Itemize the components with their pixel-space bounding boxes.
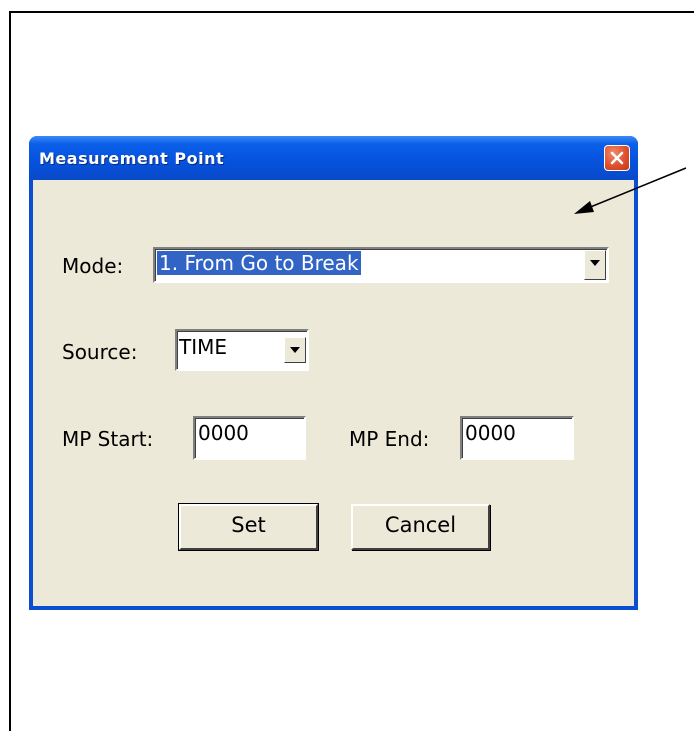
mp-end-value: 0000 [465,421,516,445]
source-dropdown[interactable]: TIME [175,329,309,371]
mode-dropdown[interactable]: 1. From Go to Break [153,247,609,283]
source-dropdown-button[interactable] [284,337,306,363]
close-button[interactable] [604,145,630,171]
set-button[interactable]: Set [178,503,319,551]
mode-selected-value: 1. From Go to Break [157,251,361,275]
mode-dropdown-button[interactable] [584,250,606,280]
mp-end-field[interactable]: 0000 [460,416,574,460]
chevron-down-icon [590,260,600,266]
source-selected-value: TIME [179,335,228,359]
cancel-button[interactable]: Cancel [351,504,490,550]
mp-start-field[interactable]: 0000 [193,416,306,460]
close-icon [610,151,624,165]
mp-start-label: MP Start: [62,427,154,451]
dialog-titlebar[interactable]: Measurement Point [29,136,638,180]
dialog-title: Measurement Point [39,149,225,168]
mp-start-value: 0000 [198,421,249,445]
source-label: Source: [62,340,138,364]
chevron-down-icon [290,347,300,353]
dialog-client-area: Mode: 1. From Go to Break Source: TIME M… [33,180,634,606]
mp-end-label: MP End: [349,427,430,451]
mode-label: Mode: [62,254,124,278]
measurement-point-dialog: Measurement Point Mode: 1. From Go to Br… [29,136,638,610]
